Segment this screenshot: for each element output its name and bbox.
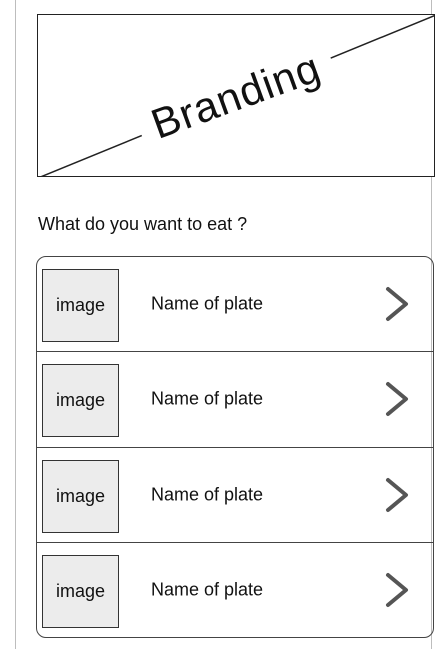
plate-image-placeholder: image (42, 554, 119, 628)
chevron-right-icon[interactable] (383, 286, 411, 322)
plate-list-item[interactable]: image Name of plate (37, 448, 433, 543)
plate-name: Name of plate (151, 293, 264, 314)
plate-name: Name of plate (151, 579, 264, 600)
plate-image-placeholder: image (42, 269, 119, 342)
plate-name: Name of plate (151, 484, 264, 505)
plate-list-item[interactable]: image Name of plate (37, 352, 433, 448)
plate-list: image Name of plate image Name of plate … (36, 256, 434, 638)
plate-image-placeholder: image (42, 459, 119, 533)
chevron-right-icon[interactable] (383, 572, 411, 608)
chevron-right-icon[interactable] (383, 381, 411, 417)
plate-image-placeholder: image (42, 364, 119, 438)
branding-banner: Branding (37, 14, 435, 177)
plate-name: Name of plate (151, 388, 264, 409)
plate-list-item[interactable]: image Name of plate (37, 543, 433, 637)
page-question: What do you want to eat ? (38, 214, 248, 234)
plate-list-item[interactable]: image Name of plate (37, 257, 433, 353)
chevron-right-icon[interactable] (383, 477, 411, 513)
